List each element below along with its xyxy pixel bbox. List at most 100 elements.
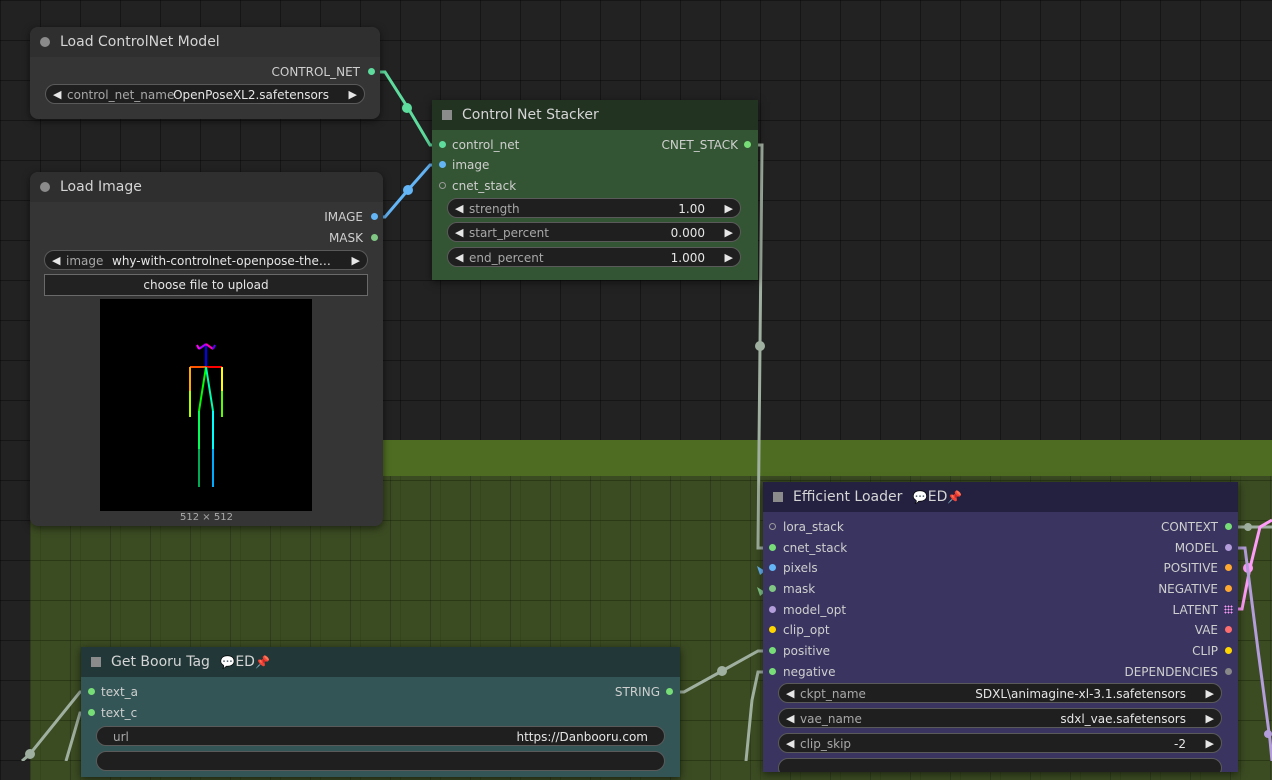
ckpt-name-combo[interactable]: ◀ ckpt_name SDXL\animagine-xl-3.1.safete… (778, 683, 1222, 703)
output-slot-clip[interactable] (1225, 647, 1232, 654)
input-slot-clip-opt[interactable] (769, 626, 776, 633)
node-title-bar[interactable]: Efficient Loader 💬ED📌 (763, 482, 1238, 512)
input-slot-cnet-stack[interactable] (769, 544, 776, 551)
arrow-right-icon[interactable]: ▶ (1206, 709, 1214, 729)
widget-value: OpenPoseXL2.safetensors (173, 88, 329, 102)
url-text-field[interactable]: url https://Danbooru.com (96, 726, 665, 746)
input-slot-positive[interactable] (769, 647, 776, 654)
input-label: control_net (452, 138, 520, 152)
arrow-left-icon[interactable]: ◀ (786, 709, 794, 729)
output-slot-context[interactable] (1225, 523, 1232, 530)
node-load-image[interactable]: Load Image IMAGE MASK ◀ image why-with-c… (30, 172, 383, 526)
start-percent-slider[interactable]: ◀ start_percent 0.000 ▶ (447, 222, 741, 242)
io-row: text_c (81, 703, 680, 723)
widget-value: 0.000 (670, 226, 705, 240)
clip-skip-number[interactable]: ◀ clip_skip -2 ▶ (778, 733, 1222, 753)
output-slot-vae[interactable] (1225, 626, 1232, 633)
input-slot-model-opt[interactable] (769, 606, 776, 613)
arrow-right-icon[interactable]: ▶ (352, 251, 360, 271)
control-net-name-combo[interactable]: ◀ control_net_name OpenPoseXL2.safetenso… (45, 84, 365, 104)
arrow-left-icon[interactable]: ◀ (52, 251, 60, 271)
input-label: cnet_stack (783, 541, 848, 555)
output-row-image: IMAGE (30, 207, 383, 227)
input-label: clip_opt (783, 623, 830, 637)
output-slot-cnet-stack[interactable] (744, 141, 751, 148)
output-slot-string[interactable] (666, 688, 673, 695)
vae-name-combo[interactable]: ◀ vae_name sdxl_vae.safetensors ▶ (778, 708, 1222, 728)
next-widget-partial[interactable] (96, 751, 665, 771)
arrow-right-icon[interactable]: ▶ (725, 199, 733, 219)
output-slot-dependencies[interactable] (1225, 668, 1232, 675)
io-row: cnet_stack MODEL (763, 538, 1238, 558)
arrow-right-icon[interactable]: ▶ (1206, 684, 1214, 704)
io-row: pixels POSITIVE (763, 558, 1238, 578)
pin-icon: 📌 (254, 655, 270, 669)
io-row: mask NEGATIVE (763, 579, 1238, 599)
node-title-bar[interactable]: Get Booru Tag 💬ED📌 (81, 647, 680, 677)
collapse-square-icon[interactable] (442, 110, 452, 120)
widget-name: url (113, 730, 129, 744)
input-slot-text-a[interactable] (88, 688, 95, 695)
output-slot-model[interactable] (1225, 544, 1232, 551)
arrow-right-icon[interactable]: ▶ (725, 248, 733, 268)
io-row: positive CLIP (763, 641, 1238, 661)
output-slot-latent-grid-icon[interactable] (1224, 605, 1233, 614)
arrow-left-icon[interactable]: ◀ (786, 684, 794, 704)
collapse-square-icon[interactable] (773, 492, 783, 502)
wire-cnet-stack-midpoint (755, 341, 765, 351)
input-slot-image[interactable] (439, 161, 446, 168)
output-slot-control-net[interactable] (368, 68, 375, 75)
arrow-right-icon[interactable]: ▶ (1206, 734, 1214, 754)
input-slot-cnet-stack[interactable] (439, 182, 446, 189)
output-slot-mask[interactable] (371, 234, 378, 241)
next-widget-partial[interactable] (778, 758, 1222, 772)
output-slot-positive[interactable] (1225, 564, 1232, 571)
io-row: text_a STRING (81, 682, 680, 702)
widget-name: strength (469, 202, 520, 216)
wire-image-midpoint (403, 185, 413, 195)
node-load-controlnet[interactable]: Load ControlNet Model CONTROL_NET ◀ cont… (30, 27, 380, 119)
io-row: negative DEPENDENCIES (763, 662, 1238, 682)
input-label: model_opt (783, 603, 847, 617)
node-title-bar[interactable]: Load ControlNet Model (30, 27, 380, 57)
output-label: MODEL (1174, 541, 1218, 555)
upload-button[interactable]: choose file to upload (44, 274, 368, 296)
input-slot-pixels[interactable] (769, 564, 776, 571)
arrow-left-icon[interactable]: ◀ (53, 85, 61, 105)
widget-value: 1.000 (670, 251, 705, 265)
output-label: IMAGE (324, 210, 363, 224)
collapse-square-icon[interactable] (91, 657, 101, 667)
output-label: NEGATIVE (1158, 582, 1218, 596)
arrow-right-icon[interactable]: ▶ (725, 223, 733, 243)
strength-slider[interactable]: ◀ strength 1.00 ▶ (447, 198, 741, 218)
arrow-left-icon[interactable]: ◀ (455, 199, 463, 219)
arrow-left-icon[interactable]: ◀ (786, 734, 794, 754)
input-slot-lora-stack[interactable] (769, 523, 776, 530)
input-label: text_c (101, 706, 138, 720)
widget-name: control_net_name (67, 88, 175, 102)
input-label: mask (783, 582, 816, 596)
output-label: DEPENDENCIES (1124, 665, 1218, 679)
input-slot-text-c[interactable] (88, 709, 95, 716)
node-title-bar[interactable]: Load Image (30, 172, 383, 202)
input-slot-negative[interactable] (769, 668, 776, 675)
output-label: VAE (1194, 623, 1218, 637)
image-combo[interactable]: ◀ image why-with-controlnet-openpose-the… (44, 250, 368, 270)
node-control-net-stacker[interactable]: Control Net Stacker control_net CNET_STA… (432, 100, 758, 280)
collapse-dot-icon[interactable] (40, 182, 50, 192)
node-get-booru-tag[interactable]: Get Booru Tag 💬ED📌 text_a STRING text_c … (81, 647, 680, 777)
input-label: lora_stack (783, 520, 844, 534)
node-title-bar[interactable]: Control Net Stacker (432, 100, 758, 130)
node-efficient-loader[interactable]: Efficient Loader 💬ED📌 lora_stack CONTEXT… (763, 482, 1238, 772)
output-slot-image[interactable] (371, 213, 378, 220)
widget-name: ckpt_name (800, 687, 866, 701)
output-slot-negative[interactable] (1225, 585, 1232, 592)
arrow-left-icon[interactable]: ◀ (455, 248, 463, 268)
arrow-right-icon[interactable]: ▶ (349, 85, 357, 105)
arrow-left-icon[interactable]: ◀ (455, 223, 463, 243)
input-slot-mask[interactable] (769, 585, 776, 592)
end-percent-slider[interactable]: ◀ end_percent 1.000 ▶ (447, 247, 741, 267)
collapse-dot-icon[interactable] (40, 37, 50, 47)
input-slot-control-net[interactable] (439, 141, 446, 148)
output-label: POSITIVE (1163, 561, 1219, 575)
